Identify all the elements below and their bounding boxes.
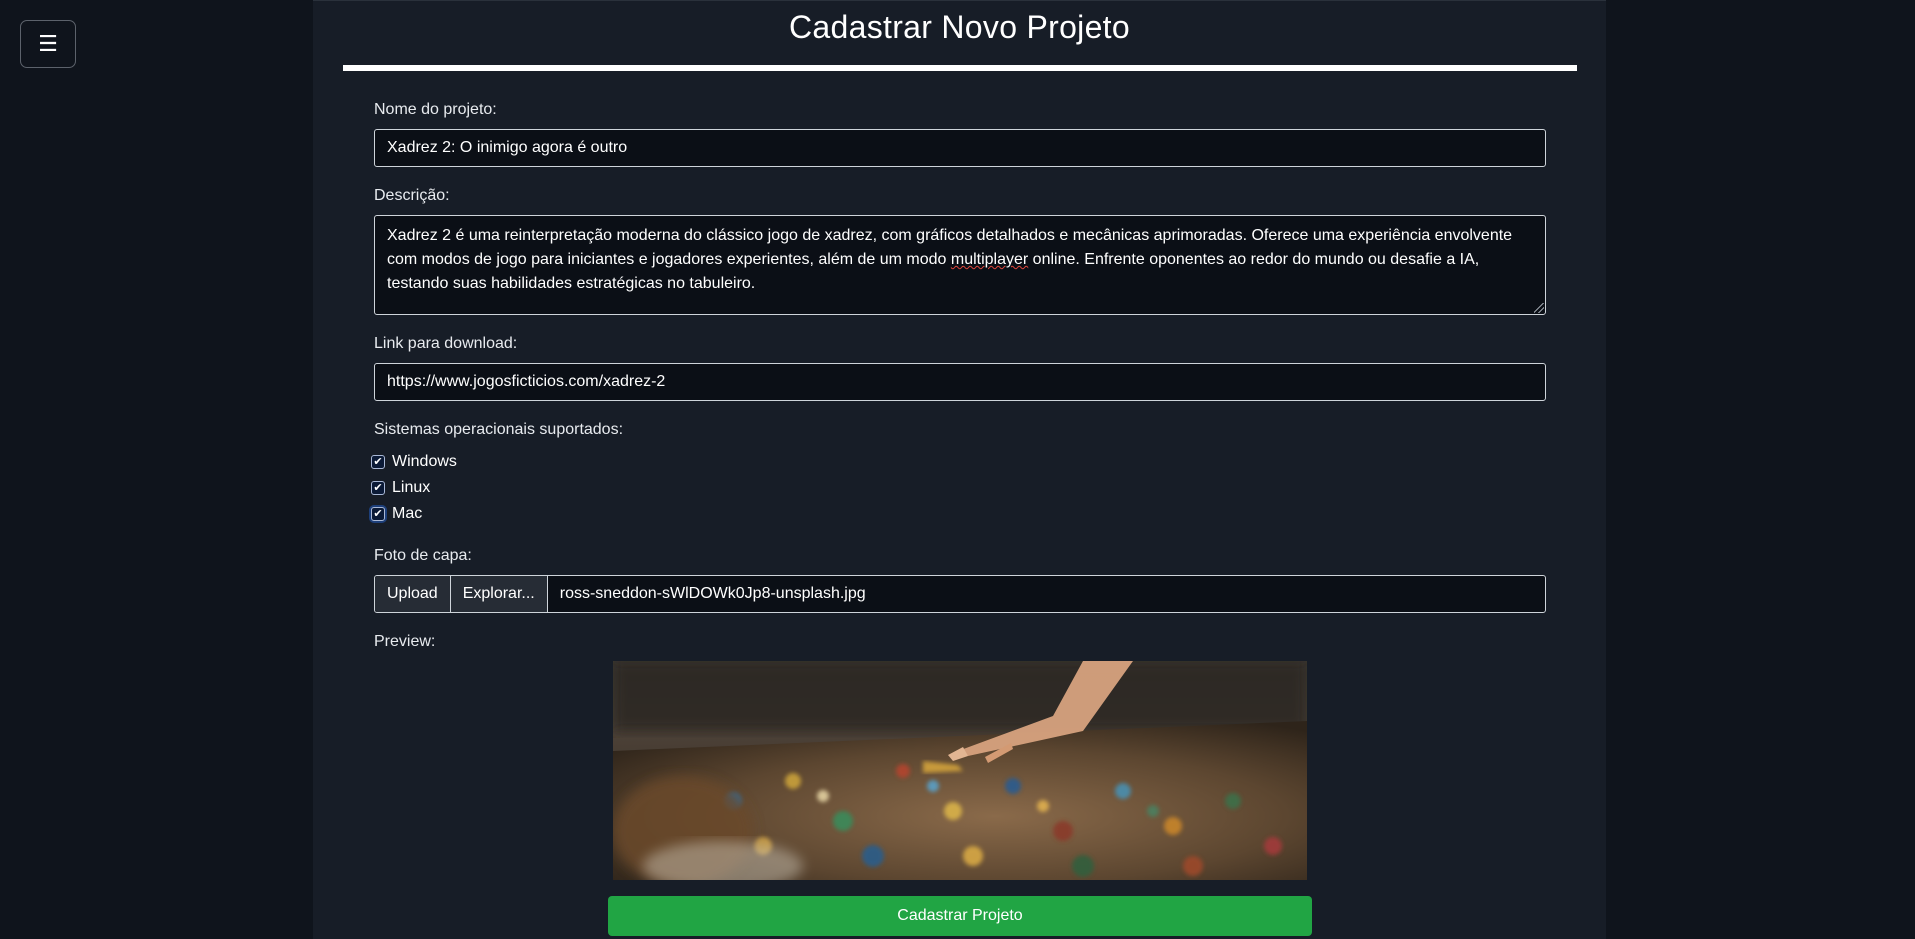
linux-label: Linux [392,479,431,496]
download-link-input[interactable]: https://www.jogosficticios.com/xadrez-2 [374,363,1546,401]
spellcheck-flagged-word: multiplayer [950,251,1029,268]
project-name-label: Nome do projeto: [374,101,497,118]
description-textarea[interactable]: Xadrez 2 é uma reinterpretação moderna d… [374,215,1546,315]
textarea-resize-handle[interactable] [1534,303,1544,313]
form-panel: Cadastrar Novo Projeto Nome do projeto: … [313,0,1606,939]
checkmark-icon: ✔ [373,508,383,520]
title-divider [343,65,1577,71]
os-option-windows[interactable]: ✔ Windows [371,451,457,473]
cover-file-input[interactable]: Upload Explorar... ross-sneddon-sWlDOWk0… [374,575,1546,613]
mac-checkbox[interactable]: ✔ [371,507,385,521]
puzzle-photo [613,661,1307,880]
submit-project-button[interactable]: Cadastrar Projeto [608,896,1312,936]
description-text: Xadrez 2 é uma reinterpretação moderna d… [387,227,1513,292]
preview-label: Preview: [374,633,436,650]
download-link-label: Link para download: [374,335,518,352]
windows-label: Windows [392,453,457,470]
selected-file-name: ross-sneddon-sWlDOWk0Jp8-unsplash.jpg [559,585,866,602]
windows-checkbox[interactable]: ✔ [371,455,385,469]
description-label: Descrição: [374,187,450,204]
mac-label: Mac [392,505,423,522]
checkmark-icon: ✔ [373,482,383,494]
linux-checkbox[interactable]: ✔ [371,481,385,495]
menu-button[interactable]: ☰ [20,20,76,68]
cover-photo-label: Foto de capa: [374,547,472,564]
os-label: Sistemas operacionais suportados: [374,421,624,438]
checkmark-icon: ✔ [373,456,383,468]
page-title: Cadastrar Novo Projeto [789,9,1130,45]
download-link-value: https://www.jogosficticios.com/xadrez-2 [387,373,666,390]
os-option-mac[interactable]: ✔ Mac [371,503,422,525]
os-option-linux[interactable]: ✔ Linux [371,477,430,499]
project-name-input[interactable]: Xadrez 2: O inimigo agora é outro [374,129,1546,167]
upload-button[interactable]: Upload [375,576,451,612]
browse-button[interactable]: Explorar... [450,576,548,612]
cover-preview-image [613,661,1307,880]
hamburger-icon: ☰ [38,31,58,56]
project-name-value: Xadrez 2: O inimigo agora é outro [387,139,628,156]
